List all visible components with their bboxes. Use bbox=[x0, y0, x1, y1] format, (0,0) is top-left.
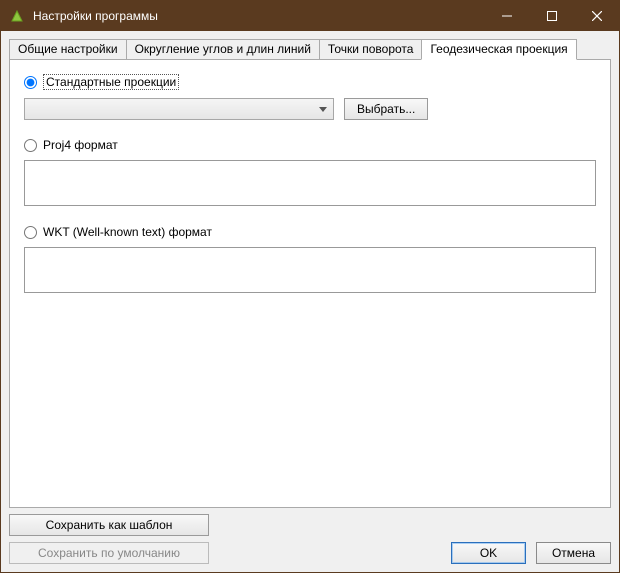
radio-row-standard: Стандартные проекции bbox=[24, 74, 596, 90]
button-label: Отмена bbox=[552, 546, 595, 560]
save-as-template-button[interactable]: Сохранить как шаблон bbox=[9, 514, 209, 536]
wkt-block bbox=[24, 247, 596, 296]
tab-label: Общие настройки bbox=[18, 42, 118, 56]
tab-panel-geodetic: Стандартные проекции Выбрать... Proj4 фо… bbox=[9, 59, 611, 508]
proj4-block bbox=[24, 160, 596, 209]
settings-window: Настройки программы Общие настройки Окру… bbox=[0, 0, 620, 573]
tab-label: Округление углов и длин линий bbox=[135, 42, 311, 56]
cancel-button[interactable]: Отмена bbox=[536, 542, 611, 564]
button-label: Выбрать... bbox=[357, 102, 415, 116]
radio-proj4[interactable] bbox=[24, 139, 37, 152]
tab-strip: Общие настройки Округление углов и длин … bbox=[9, 37, 611, 59]
window-title: Настройки программы bbox=[33, 9, 484, 23]
proj4-input[interactable] bbox=[24, 160, 596, 206]
tab-label: Геодезическая проекция bbox=[430, 42, 567, 56]
tab-geodetic-projection[interactable]: Геодезическая проекция bbox=[421, 39, 576, 60]
projection-combo[interactable] bbox=[24, 98, 334, 120]
button-label: Сохранить как шаблон bbox=[46, 518, 173, 532]
radio-standard-label: Стандартные проекции bbox=[43, 74, 179, 90]
save-as-default-button[interactable]: Сохранить по умолчанию bbox=[9, 542, 209, 564]
radio-row-proj4: Proj4 формат bbox=[24, 138, 596, 152]
radio-wkt[interactable] bbox=[24, 226, 37, 239]
dialog-footer: Сохранить как шаблон Сохранить по умолча… bbox=[9, 508, 611, 564]
wkt-input[interactable] bbox=[24, 247, 596, 293]
radio-wkt-label: WKT (Well-known text) формат bbox=[43, 225, 212, 239]
titlebar: Настройки программы bbox=[1, 1, 619, 31]
tab-general[interactable]: Общие настройки bbox=[9, 39, 127, 59]
button-label: OK bbox=[480, 546, 497, 560]
standard-projection-row: Выбрать... bbox=[24, 98, 596, 120]
minimize-button[interactable] bbox=[484, 1, 529, 31]
client-area: Общие настройки Округление углов и длин … bbox=[1, 31, 619, 572]
radio-row-wkt: WKT (Well-known text) формат bbox=[24, 225, 596, 239]
chevron-down-icon bbox=[314, 99, 332, 119]
radio-standard-projections[interactable] bbox=[24, 76, 37, 89]
button-label: Сохранить по умолчанию bbox=[38, 546, 180, 560]
app-icon bbox=[9, 8, 25, 24]
window-controls bbox=[484, 1, 619, 31]
maximize-button[interactable] bbox=[529, 1, 574, 31]
tab-label: Точки поворота bbox=[328, 42, 414, 56]
select-projection-button[interactable]: Выбрать... bbox=[344, 98, 428, 120]
close-button[interactable] bbox=[574, 1, 619, 31]
radio-proj4-label: Proj4 формат bbox=[43, 138, 118, 152]
ok-button[interactable]: OK bbox=[451, 542, 526, 564]
tab-rounding[interactable]: Округление углов и длин линий bbox=[126, 39, 320, 59]
tab-turnpoints[interactable]: Точки поворота bbox=[319, 39, 423, 59]
